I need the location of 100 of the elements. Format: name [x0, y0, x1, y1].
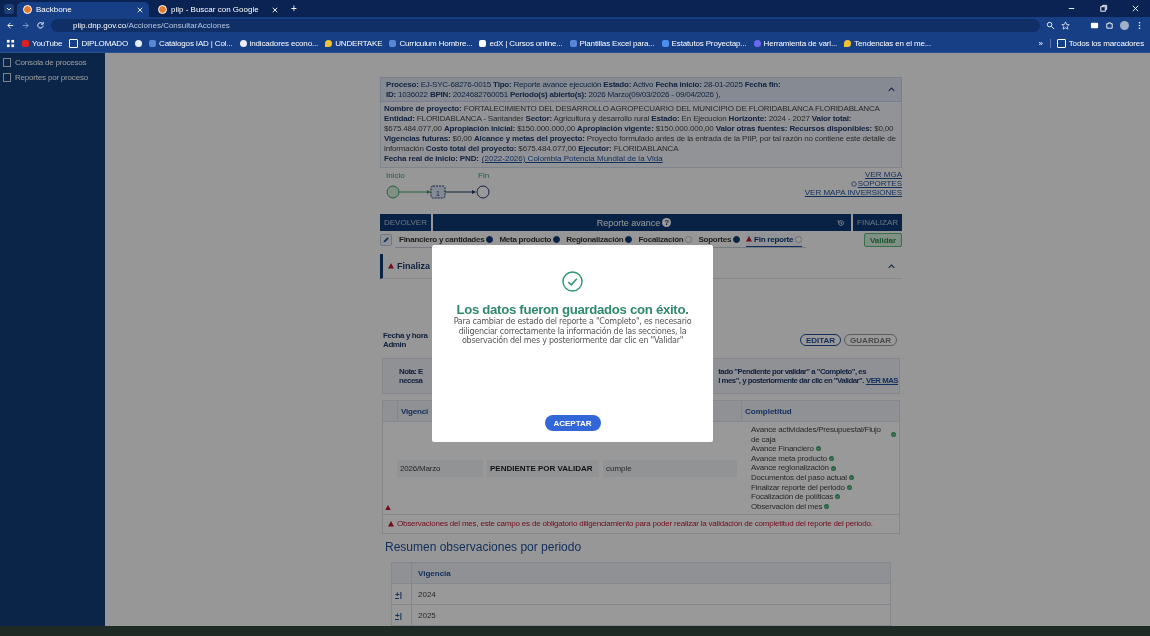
bookmark[interactable]: Tendencias en el me...: [844, 38, 931, 48]
bookmark-icon: [569, 39, 577, 47]
check-item-label: Finalizar reporte del periodo: [751, 482, 845, 493]
star-icon[interactable]: [1061, 21, 1070, 30]
dialog-title: Los datos fueron guardados con éxito.: [456, 302, 689, 317]
section-tab[interactable]: Regionalización: [566, 232, 633, 247]
expand-link[interactable]: +|: [395, 589, 402, 599]
start-label: Inicio: [386, 171, 405, 180]
warning-icon: [746, 236, 753, 242]
bookmark[interactable]: Catálogos IAD | Col...: [149, 38, 233, 48]
check-item-label: Avance actividades/Presupuestal/Flujo de caja: [751, 425, 882, 445]
report-title: Reporte avance: [596, 217, 661, 228]
extension-icon[interactable]: [1090, 21, 1099, 30]
chevron-up-icon[interactable]: [888, 263, 895, 269]
bookmark[interactable]: indicadores econo...: [239, 38, 319, 48]
warning-icon: [388, 521, 394, 527]
tab-search-icon[interactable]: [4, 3, 14, 14]
pnd-link[interactable]: (2022-2026) Colombia Potencia Mundial de la Vida: [481, 154, 663, 163]
section-tab[interactable]: Meta producto: [499, 232, 561, 247]
header-link[interactable]: VER MAPA INVERSIONES: [804, 188, 902, 197]
table-cell: cumple: [603, 459, 737, 477]
section-tab[interactable]: Financiero y cantidades: [399, 232, 494, 247]
bookmark-icon: [325, 39, 333, 47]
edit-button[interactable]: EDITAR: [799, 334, 842, 346]
apps-icon[interactable]: [6, 38, 15, 48]
bookmark-icon: [844, 39, 852, 47]
profile-avatar[interactable]: [1120, 21, 1129, 30]
project-details-text: Nombre de proyecto: FORTALECIMIENTO DEL DESARROLLO AGROPECUARIO DEL MUNICIPIO DE FLORIDABLANCA FLORIDABLANCA Entidad: FLORIDABLANCA - Santander Sector: Agricultura y desarrollo rural Estado: En Ejecucion Horizonte: 2024 - 2027 Valor total: $675.484.077,00 Apropiación inicial: $150.000.000,00 Apropiación vigente: $150.000.000,00 Valor otras fuentes: Recursos disponibles: $0,00 Vigencias futuras: $0,00 Alcance y metas del proyecto: Proyecto formulado antes de la entrada de la PIIP, por tal razón no contiene este detalle de información Costo total del proyecto: $675.484.077,00 Ejecutor: FLORIDABLANCA: [384, 104, 897, 154]
section-tab[interactable]: Soportes: [698, 232, 741, 247]
table-cell: PENDIENTE POR VALIDAR: [487, 459, 599, 477]
site-icon: [158, 5, 167, 14]
bookmark[interactable]: edX | Cursos online...: [479, 38, 563, 48]
check-item-label: Avance meta producto: [751, 453, 827, 464]
close-icon[interactable]: [137, 6, 143, 13]
process-info-text: ID: 1036022 BPIN: 2024682760051 Periodo(s) abierto(s): 2026 Marzo(09/03/2026 - 09/04/2026 ),: [386, 89, 722, 99]
header-link[interactable]: VER MGA: [865, 170, 902, 179]
bookmark[interactable]: YouTube: [22, 38, 63, 48]
header-link[interactable]: SOPORTES: [850, 179, 902, 188]
accept-button[interactable]: ACEPTAR: [544, 415, 601, 431]
column-header: Vigencia: [417, 568, 451, 578]
finish-button[interactable]: FINALIZAR: [853, 214, 902, 231]
user-name: Admin: [383, 340, 407, 349]
bookmark-icon: [22, 39, 29, 47]
sidebar-item[interactable]: Consola de procesos: [0, 55, 105, 70]
bookmark[interactable]: Estatutos Proyectap...: [661, 38, 747, 48]
end-node: [476, 185, 490, 199]
table-cell-text: 2024: [417, 588, 436, 601]
return-button[interactable]: DEVOLVER: [380, 214, 431, 231]
bookmark[interactable]: UNDERTAKE: [325, 38, 383, 48]
expand-link[interactable]: +|: [395, 610, 402, 620]
chevron-up-icon[interactable]: [888, 87, 895, 92]
check-item-label: Focalización de políticas: [751, 492, 834, 502]
check-item-label: Observación del mes: [751, 501, 823, 512]
column-header: Completitud: [745, 406, 792, 416]
check-item-label: Avance Financiero: [751, 444, 814, 454]
restore-icon[interactable]: [1099, 4, 1108, 13]
end-label: Fin: [478, 171, 490, 180]
back-icon[interactable]: [6, 21, 15, 30]
pnd-label: Fecha real de inicio: PND:: [384, 154, 479, 164]
section-tab[interactable]: Fin reporte: [746, 232, 803, 247]
close-icon[interactable]: [1131, 4, 1140, 13]
pencil-icon: [382, 236, 390, 244]
warning-icon: [385, 504, 391, 511]
table-cell-text: 2025: [417, 609, 436, 622]
all-bookmarks-button[interactable]: Todos los marcadores: [1049, 38, 1144, 48]
bookmark-icon: [479, 39, 487, 47]
bookmark-icon: [69, 38, 79, 48]
sidebar-item[interactable]: Reportes por proceso: [0, 70, 105, 85]
folder-icon: [1056, 38, 1066, 48]
bookmark[interactable]: Herramienta de vari...: [753, 38, 838, 48]
edit-pencil-button[interactable]: [380, 234, 392, 246]
more-bookmarks-button[interactable]: »: [1038, 38, 1043, 48]
check-circle-icon: [562, 271, 583, 292]
browser-tab[interactable]: piip - Buscar con Google: [152, 2, 284, 17]
new-tab-button[interactable]: +: [287, 3, 301, 14]
reload-icon[interactable]: [36, 21, 45, 30]
section-title: Finaliza: [397, 261, 430, 271]
start-node: [386, 185, 400, 199]
warning-icon: [388, 263, 394, 269]
section-tab[interactable]: Focalización: [638, 232, 693, 247]
zoom-icon[interactable]: [1046, 21, 1055, 30]
address-bar[interactable]: piip.dnp.gov.co/Acciones/ConsultarAcciones: [51, 19, 1040, 32]
column-header: Vigenci: [400, 406, 429, 416]
browser-tab[interactable]: Backbone: [17, 2, 149, 17]
dialog-message: Para cambiar de estado del reporte a "Completo", es necesario diligenciar correctamente la información de las secciones, la observación del mes y posteriormente dar clic en "Validar": [452, 317, 693, 346]
help-icon[interactable]: ?: [662, 218, 672, 227]
history-icon[interactable]: [837, 218, 846, 227]
connector-arrow: [444, 190, 476, 194]
connector-arrow: [398, 190, 431, 194]
error-message: Observaciones del mes, este campo es de obligatorio diligenciamiento para poder realizar la validación de completitud del reporte del periodo.: [397, 519, 873, 529]
bookmark[interactable]: Curriculum Hombre...: [389, 38, 473, 48]
bookmark[interactable]: Plantillas Excel para...: [569, 38, 655, 48]
check-item-label: Avance regionalización: [751, 463, 829, 473]
forward-icon[interactable]: [21, 21, 30, 30]
site-icon: [23, 5, 32, 14]
check-item-label: Documentos del paso actual: [751, 472, 847, 483]
process-info-text: Proceso: EJ-SYC-68276-0015 Tipo: Reporte avance ejecución Estado: Activo Fecha inicio: 28-01-2025 Fecha fin:: [386, 80, 782, 90]
close-icon[interactable]: [272, 6, 278, 13]
bookmark[interactable]: DIPLOMADO: [69, 38, 129, 48]
summary-heading: Resumen observaciones por periodo: [385, 540, 583, 555]
